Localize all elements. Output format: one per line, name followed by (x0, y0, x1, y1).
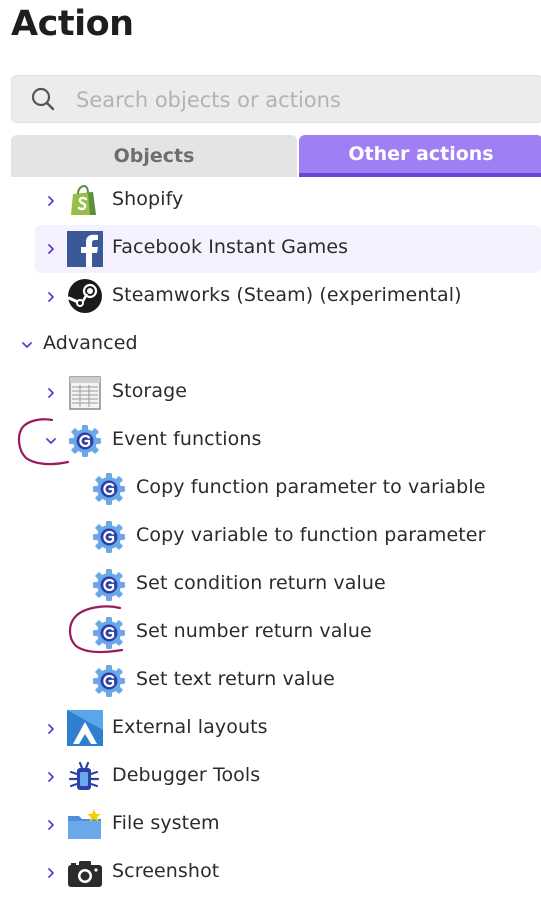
search-input[interactable] (76, 84, 516, 116)
action-label: Set text return value (136, 668, 335, 690)
event-function-icon (92, 472, 126, 506)
tree-item-label: Screenshot (112, 860, 220, 882)
bug-icon (67, 760, 101, 794)
event-function-icon (92, 568, 126, 602)
external-layouts-icon (67, 710, 103, 746)
chevron-right-icon[interactable] (44, 386, 58, 400)
tree-item-facebook-instant-games[interactable]: Facebook Instant Games (35, 225, 541, 273)
tree-item-label: Facebook Instant Games (112, 236, 349, 258)
chevron-right-icon[interactable] (44, 818, 58, 832)
tab-other-actions[interactable]: Other actions (299, 135, 541, 177)
tree-item-event-functions[interactable]: Event functions (0, 417, 541, 465)
tree-item-label: Shopify (112, 188, 184, 210)
chevron-right-icon[interactable] (44, 290, 58, 304)
steam-icon (67, 278, 103, 314)
chevron-right-icon[interactable] (44, 770, 58, 784)
storage-icon (68, 376, 102, 410)
facebook-icon (67, 231, 103, 267)
page-title: Action (11, 4, 134, 44)
tab-objects[interactable]: Objects (11, 135, 297, 177)
tree-item-external-layouts[interactable]: External layouts (0, 705, 541, 753)
search-bar[interactable] (11, 75, 541, 123)
tree-group-advanced[interactable]: Advanced (0, 321, 541, 369)
folder-icon (67, 808, 103, 842)
camera-icon (67, 856, 103, 890)
tree-item-label: File system (112, 812, 220, 834)
action-label: Copy variable to function parameter (136, 524, 486, 546)
chevron-down-icon[interactable] (20, 338, 34, 352)
action-copy-function-parameter-to-variable[interactable]: Copy function parameter to variable (0, 465, 541, 513)
tree-item-label: Event functions (112, 428, 262, 450)
action-label: Set condition return value (136, 572, 386, 594)
tree-item-debugger-tools[interactable]: Debugger Tools (0, 753, 541, 801)
action-label: Copy function parameter to variable (136, 476, 486, 498)
tree-item-storage[interactable]: Storage (0, 369, 541, 417)
tab-bar: Objects Other actions (11, 135, 541, 177)
action-set-condition-return-value[interactable]: Set condition return value (0, 561, 541, 609)
chevron-right-icon[interactable] (44, 194, 58, 208)
event-function-icon (92, 664, 126, 698)
chevron-right-icon[interactable] (44, 866, 58, 880)
chevron-right-icon[interactable] (44, 722, 58, 736)
shopify-icon (67, 184, 101, 218)
tree-item-screenshot[interactable]: Screenshot (0, 849, 541, 897)
tree-item-label: External layouts (112, 716, 268, 738)
chevron-right-icon[interactable] (44, 242, 58, 256)
chevron-down-icon[interactable] (44, 434, 58, 448)
action-set-text-return-value[interactable]: Set text return value (0, 657, 541, 705)
tree-item-file-system[interactable]: File system (0, 801, 541, 849)
tree-item-label: Storage (112, 380, 188, 402)
tree-item-steamworks[interactable]: Steamworks (Steam) (experimental) (0, 273, 541, 321)
tree-group-label: Advanced (43, 332, 138, 354)
tree-item-shopify[interactable]: Shopify (0, 177, 541, 225)
event-function-icon (92, 616, 126, 650)
action-copy-variable-to-function-parameter[interactable]: Copy variable to function parameter (0, 513, 541, 561)
tree-item-label: Steamworks (Steam) (experimental) (112, 284, 462, 306)
tree-item-label: Debugger Tools (112, 764, 261, 786)
event-function-icon (92, 520, 126, 554)
search-icon (31, 87, 55, 111)
action-label: Set number return value (136, 620, 372, 642)
event-functions-icon (68, 424, 102, 458)
action-set-number-return-value[interactable]: Set number return value (0, 609, 541, 657)
